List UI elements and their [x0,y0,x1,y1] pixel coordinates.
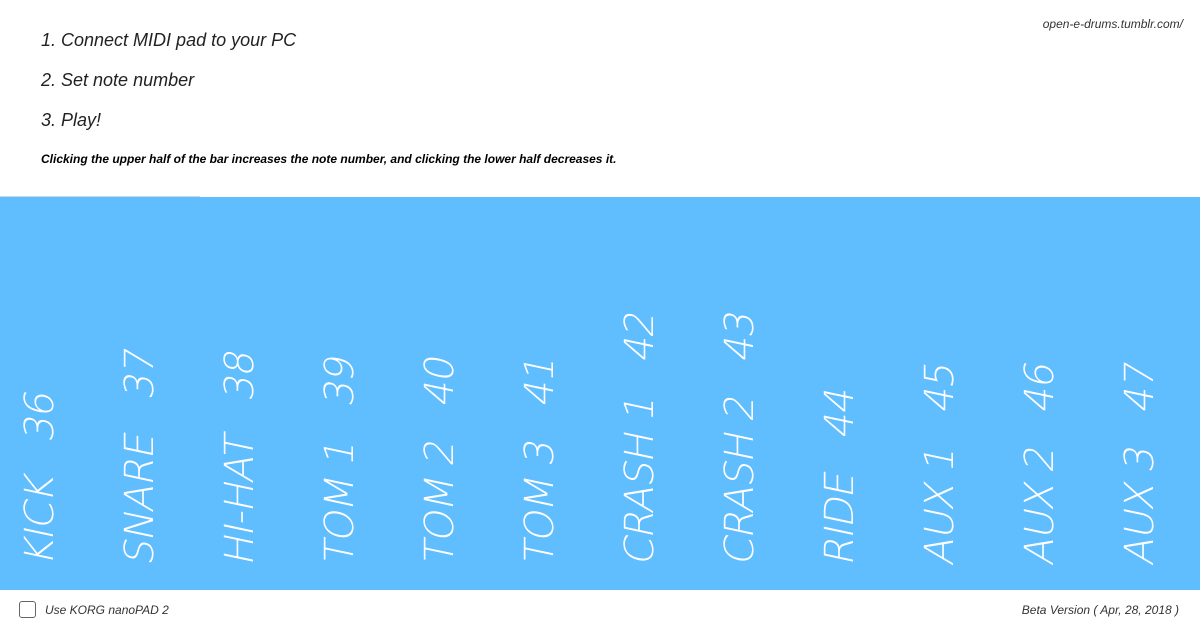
step-connect: 1. Connect MIDI pad to your PC [41,30,297,50]
drum-pad-label: HI-HAT 38 [217,345,263,569]
drum-pad-label: RIDE 44 [817,383,863,569]
drum-pad-label: TOM 1 39 [317,351,363,569]
drum-pad-bar[interactable]: RIDE 44 [800,197,900,590]
drum-pad-area: KICK 36 SNARE 37 HI-HAT 38 TOM 1 39 TOM 2 40… [0,197,1200,590]
drum-pad-label: CRASH 1 42 [617,306,663,569]
site-url: open-e-drums.tumblr.com/ [1042,17,1183,31]
drum-pad-bar[interactable]: CRASH 1 42 [600,197,700,590]
drum-pad-label: CRASH 2 43 [717,306,763,569]
drum-pad-bar[interactable]: KICK 36 [0,197,100,590]
korg-nanopad-label: Use KORG nanoPAD 2 [45,603,169,617]
drum-pad-bar[interactable]: AUX 3 47 [1100,197,1200,590]
drum-pad-label: AUX 3 47 [1117,357,1163,569]
drum-pad-bar[interactable]: TOM 1 39 [300,197,400,590]
drum-pad-bar[interactable]: AUX 2 46 [1000,197,1100,590]
drum-pad-label: SNARE 37 [117,344,163,569]
app-root: open-e-drums.tumblr.com/ 1. Connect MIDI… [0,0,1200,630]
drum-pad-label: KICK 36 [17,386,63,569]
drum-pad-label: TOM 2 40 [417,351,463,569]
drum-pad-bar[interactable]: AUX 1 45 [900,197,1000,590]
drum-pad-bar[interactable]: TOM 3 41 [500,197,600,590]
korg-nanopad-checkbox[interactable] [19,601,36,618]
usage-hint: Clicking the upper half of the bar incre… [41,152,617,166]
drum-pad-bar[interactable]: SNARE 37 [100,197,200,590]
drum-pad-bar[interactable]: TOM 2 40 [400,197,500,590]
drum-pad-bar[interactable]: HI-HAT 38 [200,197,300,590]
instruction-steps: 1. Connect MIDI pad to your PC 2. Set no… [41,30,296,150]
drum-pad-label: TOM 3 41 [517,351,563,569]
drum-pad-label: AUX 2 46 [1017,357,1063,569]
drum-pad-label: AUX 1 45 [917,357,963,569]
step-play: 3. Play! [41,110,102,130]
step-set-note: 2. Set note number [41,70,195,90]
version-label: Beta Version ( Apr, 28, 2018 ) [1021,603,1179,617]
drum-pad-bar[interactable]: CRASH 2 43 [700,197,800,590]
